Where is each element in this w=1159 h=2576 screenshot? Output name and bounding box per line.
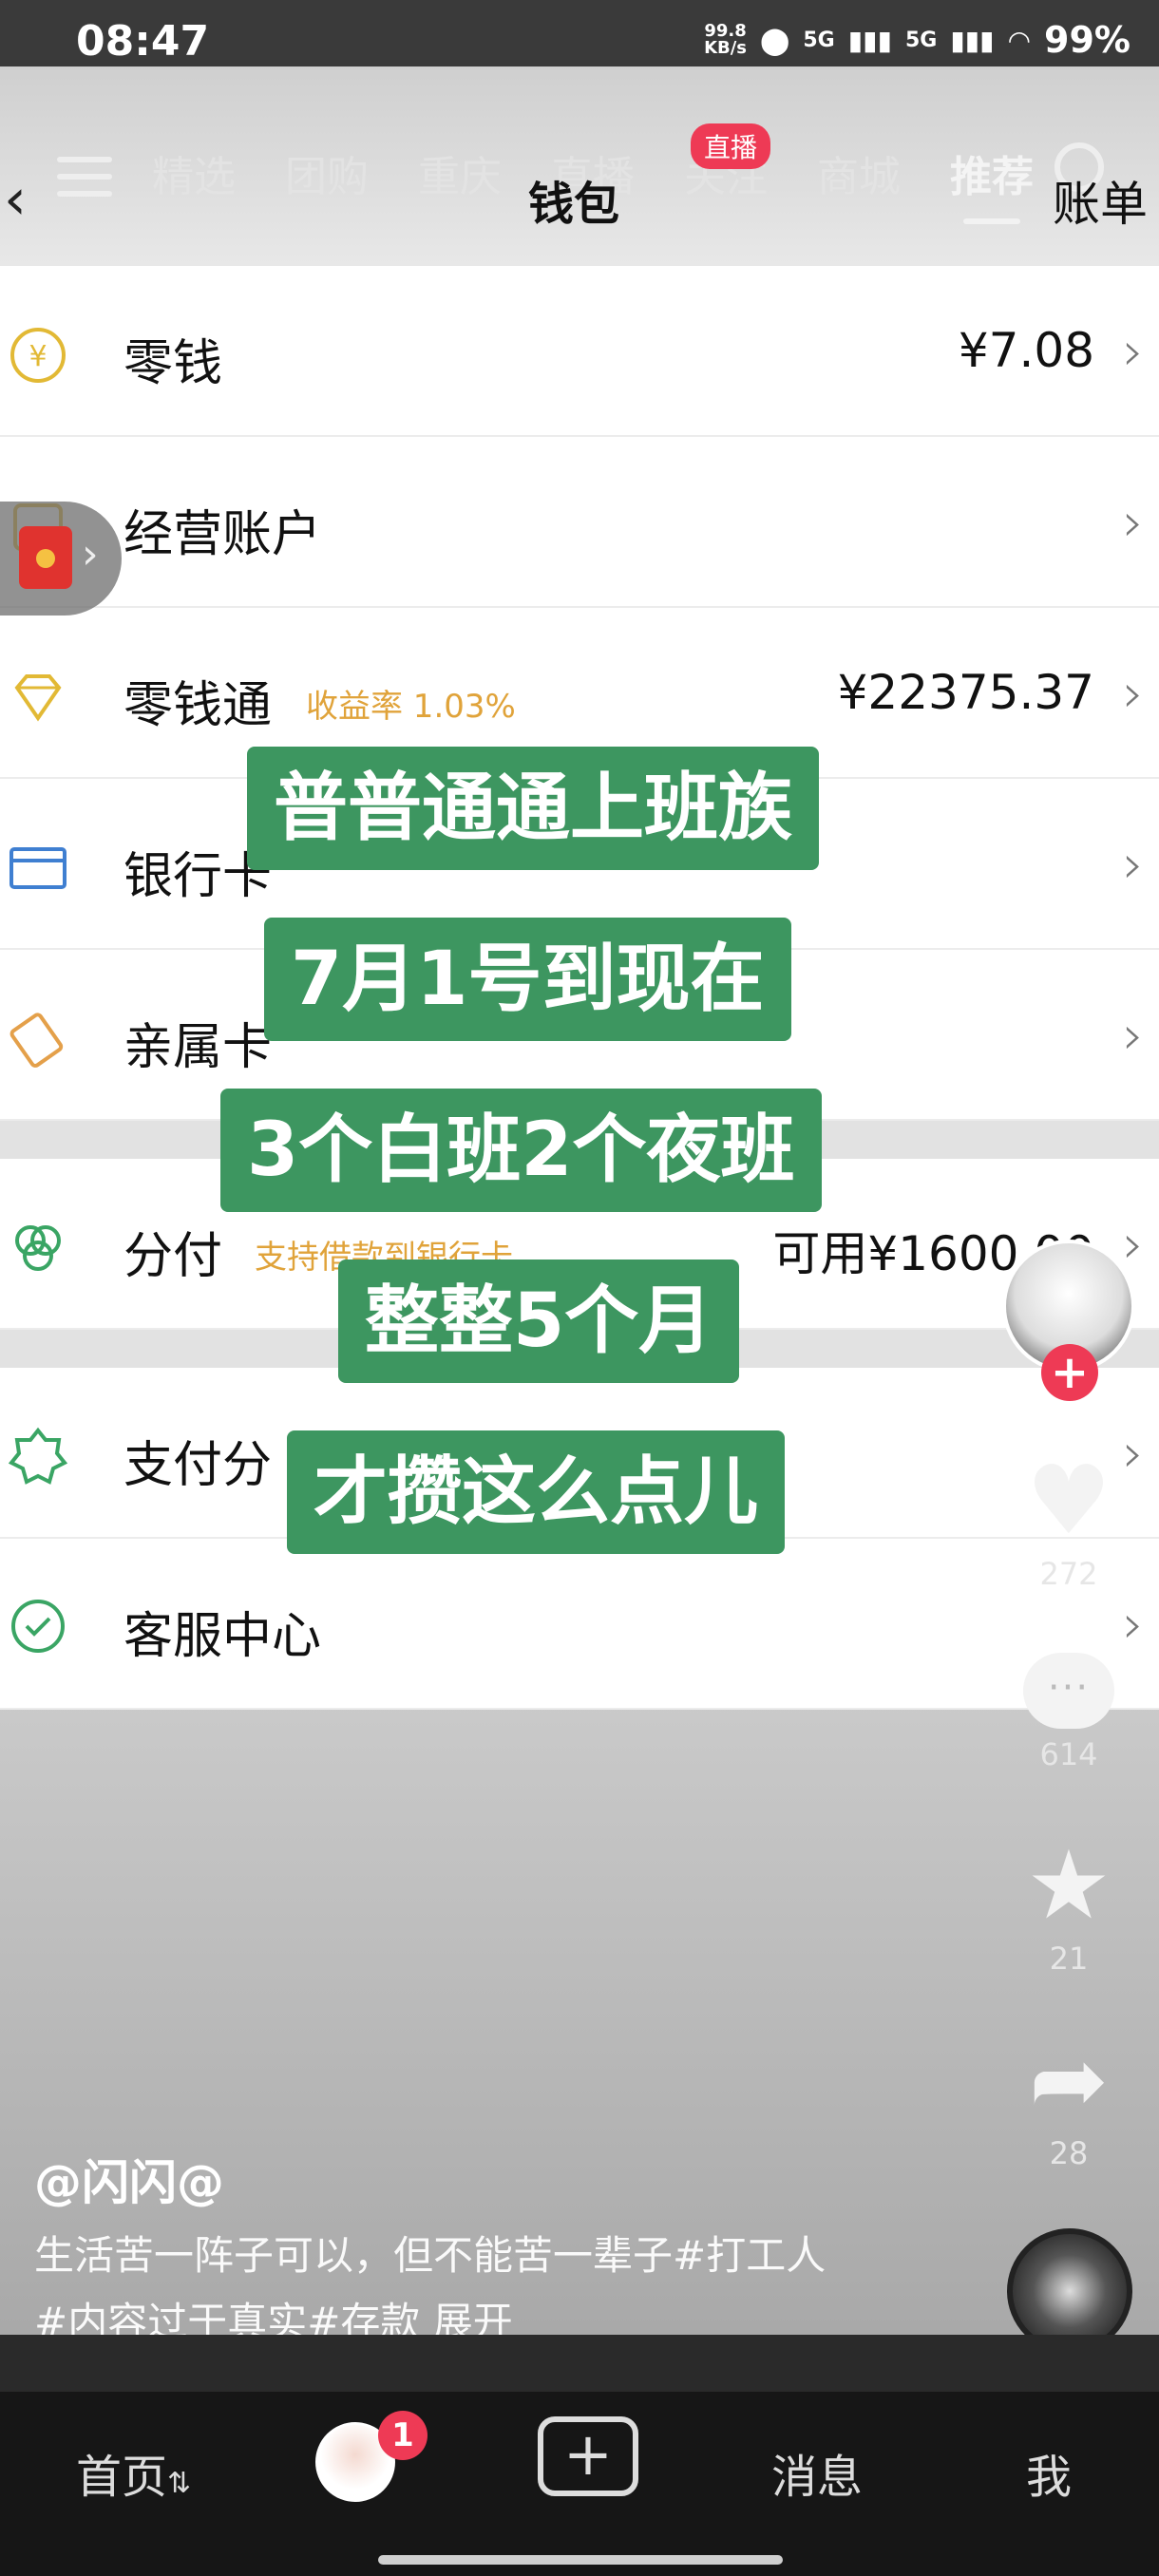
wallet-row-business[interactable]: 经营账户 › <box>0 437 1159 608</box>
favorite-count: 21 <box>1049 1941 1089 1977</box>
share-count: 28 <box>1049 2135 1089 2171</box>
caption-4: 整整5个月 <box>338 1260 740 1383</box>
page-title: 钱包 <box>528 178 620 231</box>
star-icon: ★ <box>1026 1829 1112 1941</box>
signal-bars-icon: ▮▮▮ <box>847 24 892 56</box>
caption-1: 普普通通上班族 <box>247 747 820 870</box>
bill-link[interactable]: 账单 <box>1053 166 1148 235</box>
publish-button[interactable]: + <box>538 2416 638 2496</box>
back-chevron-icon[interactable]: ‹ <box>4 166 27 233</box>
status-time: 08:47 <box>76 17 210 66</box>
like-count: 272 <box>1039 1556 1098 1592</box>
nav-me[interactable]: 我 <box>1026 2439 1072 2506</box>
comment-button[interactable]: 614 <box>1016 1653 1121 1772</box>
net-speed: 99.8 KB/s <box>704 23 747 57</box>
diamond-icon <box>14 674 62 722</box>
comment-icon <box>1023 1653 1114 1729</box>
menu-icon[interactable] <box>57 157 112 197</box>
signal-5g-1: 5G <box>803 28 835 52</box>
wallet-row-label: 支付分 <box>124 1437 273 1494</box>
share-icon: ➦ <box>1029 2024 1109 2135</box>
share-button[interactable]: ➦ 28 <box>1016 2024 1121 2172</box>
like-button[interactable]: ♥ 272 <box>1016 1445 1121 1593</box>
caption-2: 7月1号到现在 <box>264 918 791 1041</box>
bottom-nav: 首页⇅ 1 + 消息 我 <box>0 2392 1159 2576</box>
wifi-icon: ◠ <box>1007 24 1032 56</box>
video-progress-bar[interactable] <box>0 2335 1159 2392</box>
chevron-right-icon: › <box>1122 1423 1144 1485</box>
nav-home[interactable]: 首页⇅ <box>76 2439 191 2506</box>
wallet-row-value: ¥7.08 <box>958 323 1094 378</box>
tab-recommended[interactable]: 推荐 <box>950 142 1034 224</box>
card-icon <box>10 847 66 889</box>
battery-level: 99% <box>1044 19 1130 61</box>
wallet-row-label: 客服中心 <box>124 1608 322 1665</box>
wallet-row-value: ¥22375.37 <box>837 665 1094 720</box>
wallet-row-label: 零钱通 <box>124 677 273 734</box>
friends-badge: 1 <box>378 2411 428 2460</box>
red-packet-widget[interactable]: › <box>0 502 122 616</box>
fenfu-icon <box>15 1225 61 1271</box>
favorite-button[interactable]: ★ 21 <box>1016 1829 1121 1978</box>
tab-group-buy[interactable]: 团购 <box>285 142 369 203</box>
caption-5: 才攒这么点儿 <box>287 1430 786 1554</box>
wallet-row-service[interactable]: 客服中心 › <box>0 1539 1159 1710</box>
signal-bars-icon-2: ▮▮▮ <box>950 24 995 56</box>
wallet-row-sub: 收益率 1.03% <box>306 688 516 726</box>
comment-count: 614 <box>1039 1736 1098 1772</box>
follow-plus-button[interactable]: + <box>1041 1344 1098 1401</box>
chevron-right-icon: › <box>1122 1214 1144 1276</box>
red-envelope-icon <box>19 526 72 589</box>
chevron-right-icon: › <box>1122 834 1144 896</box>
service-icon <box>11 1600 65 1653</box>
tab-featured[interactable]: 精选 <box>152 142 236 203</box>
wallet-row-label: 亲属卡 <box>124 1019 273 1076</box>
description-line-1: 生活苦一阵子可以，但不能苦一辈子#打工人 <box>34 2232 826 2279</box>
swap-icon: ⇅ <box>167 2467 192 2500</box>
heart-icon: ♥ <box>1026 1445 1112 1556</box>
family-card-icon <box>10 1013 64 1068</box>
score-icon <box>8 1427 68 1485</box>
net-speed-unit: KB/s <box>704 38 748 58</box>
chevron-right-icon: › <box>1122 492 1144 554</box>
chevron-right-icon: › <box>82 530 99 578</box>
yen-icon: ¥ <box>10 328 66 383</box>
live-badge: 直播 <box>691 123 771 169</box>
nav-messages[interactable]: 消息 <box>771 2439 863 2506</box>
signal-5g-2: 5G <box>904 28 938 52</box>
wallet-row-label: 经营账户 <box>124 506 322 563</box>
chevron-right-icon: › <box>1122 663 1144 725</box>
tab-chongqing[interactable]: 重庆 <box>418 142 502 203</box>
chevron-right-icon: › <box>1122 321 1144 383</box>
nav-home-label: 首页 <box>76 2451 168 2504</box>
author-name[interactable]: @闪闪@ <box>34 2145 224 2213</box>
home-indicator <box>378 2555 783 2565</box>
status-icons: 99.8 KB/s ⬤ 5G ▮▮▮ 5G ▮▮▮ ◠ 99% <box>704 19 1130 61</box>
chevron-right-icon: › <box>1122 1005 1144 1067</box>
svg-text:¥: ¥ <box>28 340 47 373</box>
wallet-row-change[interactable]: ¥ 零钱 ¥7.08 › <box>0 266 1159 437</box>
caption-3: 3个白班2个夜班 <box>220 1089 822 1212</box>
status-bar: 08:47 99.8 KB/s ⬤ 5G ▮▮▮ 5G ▮▮▮ ◠ 99% <box>0 0 1159 66</box>
tab-mall[interactable]: 商城 <box>817 142 901 203</box>
wallet-row-label: 零钱 <box>124 335 223 392</box>
location-icon: ⬤ <box>760 24 790 56</box>
wallet-row-label: 分付 <box>124 1228 223 1285</box>
chevron-right-icon: › <box>1122 1594 1144 1656</box>
